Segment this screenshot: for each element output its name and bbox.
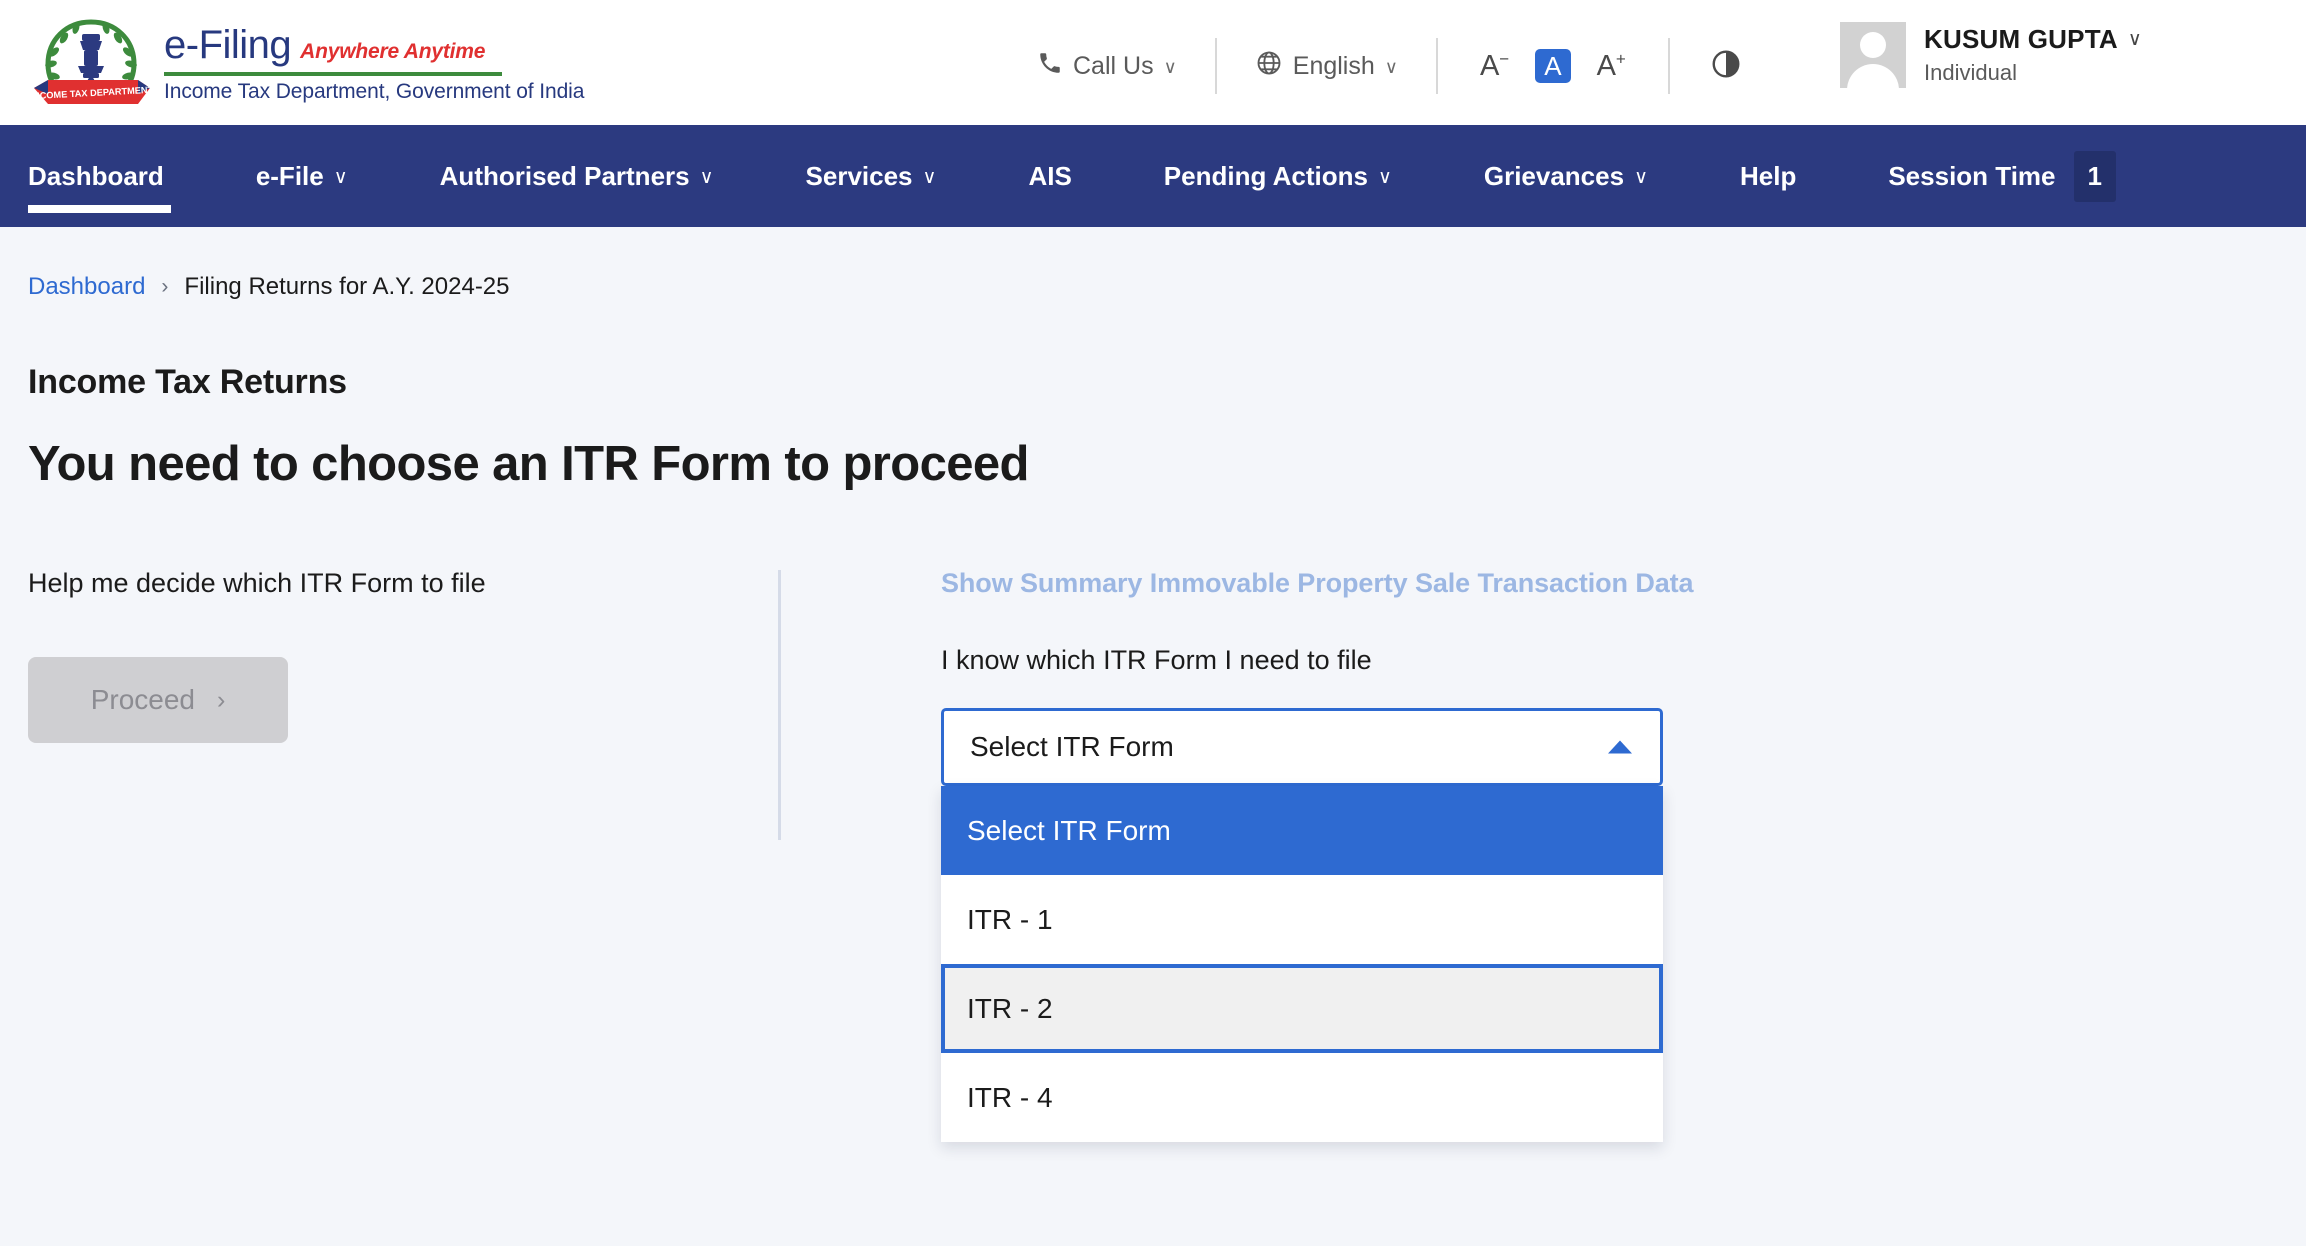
breadcrumb-dashboard-link[interactable]: Dashboard [28,273,145,301]
font-size-controls: A− A A+ [1454,49,1652,83]
top-header: सत्यमेव जयते कोष मूलो दण्ड: INCOME TAX D… [0,0,2306,125]
nav-label: Services [805,160,913,191]
itr-form-select: Select ITR Form Select ITR Form ITR - 1 … [941,708,1663,1142]
nav-item-pending-actions[interactable]: Pending Actions ∨ [1164,125,1438,227]
breadcrumb-separator-icon: › [161,275,169,298]
proceed-button[interactable]: Proceed › [28,657,288,743]
brand-divider [164,72,502,76]
call-us-label: Call Us [1073,51,1154,80]
brand-text: e-Filing Anywhere Anytime Income Tax Dep… [164,21,584,104]
font-normal-button[interactable]: A [1535,49,1571,83]
nav-label: Dashboard [28,160,164,191]
page-kicker: Income Tax Returns [28,363,347,401]
main-navigation: Dashboard e-File ∨ Authorised Partners ∨… [0,125,2306,227]
font-decrease-button[interactable]: A− [1480,50,1509,81]
chevron-down-icon: ∨ [1377,166,1392,188]
nav-items: Dashboard e-File ∨ Authorised Partners ∨… [0,125,2116,227]
itr-form-option-itr-2[interactable]: ITR - 2 [941,964,1663,1053]
header-divider [1435,38,1438,94]
globe-icon [1255,49,1283,84]
nav-label: Pending Actions [1163,160,1368,191]
language-menu[interactable]: English ∨ [1233,49,1420,84]
nav-label: Authorised Partners [439,160,690,191]
brand-logo[interactable]: सत्यमेव जयते कोष मूलो दण्ड: INCOME TAX D… [26,14,584,112]
nav-item-grievances[interactable]: Grievances ∨ [1484,125,1694,227]
chevron-down-icon: ∨ [699,166,714,188]
select-itr-column: Show Summary Immovable Property Sale Tra… [781,568,2278,1142]
contrast-toggle-icon[interactable] [1686,48,1766,85]
session-time-label: Session Time [1888,160,2056,191]
show-summary-link[interactable]: Show Summary Immovable Property Sale Tra… [941,568,2278,599]
caret-up-icon [1608,740,1632,754]
chevron-down-icon: ∨ [2127,29,2142,50]
brand-tagline: Anywhere Anytime [300,40,486,63]
user-name-row: KUSUM GUPTA ∨ [1924,24,2142,55]
itr-form-select-value: Select ITR Form [970,731,1174,762]
income-tax-department-emblem-icon: सत्यमेव जयते कोष मूलो दण्ड: INCOME TAX D… [26,14,156,112]
itr-form-options-list: Select ITR Form ITR - 1 ITR - 2 ITR - 4 [941,786,1663,1142]
user-profile-menu[interactable]: KUSUM GUPTA ∨ Individual [1840,22,2142,88]
choice-columns: Help me decide which ITR Form to file Pr… [28,568,2278,1142]
font-increase-button[interactable]: A+ [1597,50,1626,81]
call-us-menu[interactable]: Call Us ∨ [1015,50,1199,83]
proceed-label: Proceed [90,684,195,715]
nav-label: AIS [1028,160,1072,191]
brand-name: e-Filing [164,23,292,67]
header-tools: Call Us ∨ English ∨ A− A A+ [1015,38,1766,94]
nav-item-authorised-partners[interactable]: Authorised Partners ∨ [440,125,760,227]
itr-form-option-itr-4[interactable]: ITR - 4 [941,1053,1663,1142]
session-time[interactable]: Session Time 1 [1888,150,2116,202]
page-content: Dashboard › Filing Returns for A.Y. 2024… [0,273,2306,1142]
nav-item-help[interactable]: Help [1740,125,1842,227]
breadcrumb: Dashboard › Filing Returns for A.Y. 2024… [28,273,2278,301]
chevron-down-icon: ∨ [1384,57,1398,77]
nav-item-ais[interactable]: AIS [1028,125,1117,227]
user-name: KUSUM GUPTA [1924,24,2118,54]
chevron-down-icon: ∨ [333,166,348,188]
itr-form-option-select-itr-form[interactable]: Select ITR Form [941,786,1663,875]
itr-form-select-trigger[interactable]: Select ITR Form [941,708,1663,786]
nav-item-dashboard[interactable]: Dashboard [28,125,210,227]
help-me-decide-column: Help me decide which ITR Form to file Pr… [28,568,778,840]
breadcrumb-current: Filing Returns for A.Y. 2024-25 [184,273,510,300]
chevron-down-icon: ∨ [922,166,937,188]
chevron-down-icon: ∨ [1163,57,1177,77]
nav-item-e-file[interactable]: e-File ∨ [256,125,394,227]
brand-subtitle: Income Tax Department, Government of Ind… [164,80,585,103]
nav-item-services[interactable]: Services ∨ [806,125,983,227]
i-know-which-itr-label: I know which ITR Form I need to file [941,645,1372,675]
session-time-badge: 1 [2073,150,2116,202]
itr-form-option-itr-1[interactable]: ITR - 1 [941,875,1663,964]
header-divider [1214,38,1217,94]
chevron-down-icon: ∨ [1634,166,1648,188]
chevron-right-icon: › [216,685,226,714]
page-title: You need to choose an ITR Form to procee… [28,437,1029,491]
nav-label: e-File [255,160,324,191]
header-divider [1667,38,1670,94]
user-role: Individual [1924,60,2017,85]
language-label: English [1292,51,1375,80]
phone-icon [1037,50,1063,83]
avatar [1840,22,1906,88]
help-me-decide-label: Help me decide which ITR Form to file [28,568,486,598]
nav-label: Help [1740,160,1797,191]
nav-label: Grievances [1483,160,1625,191]
